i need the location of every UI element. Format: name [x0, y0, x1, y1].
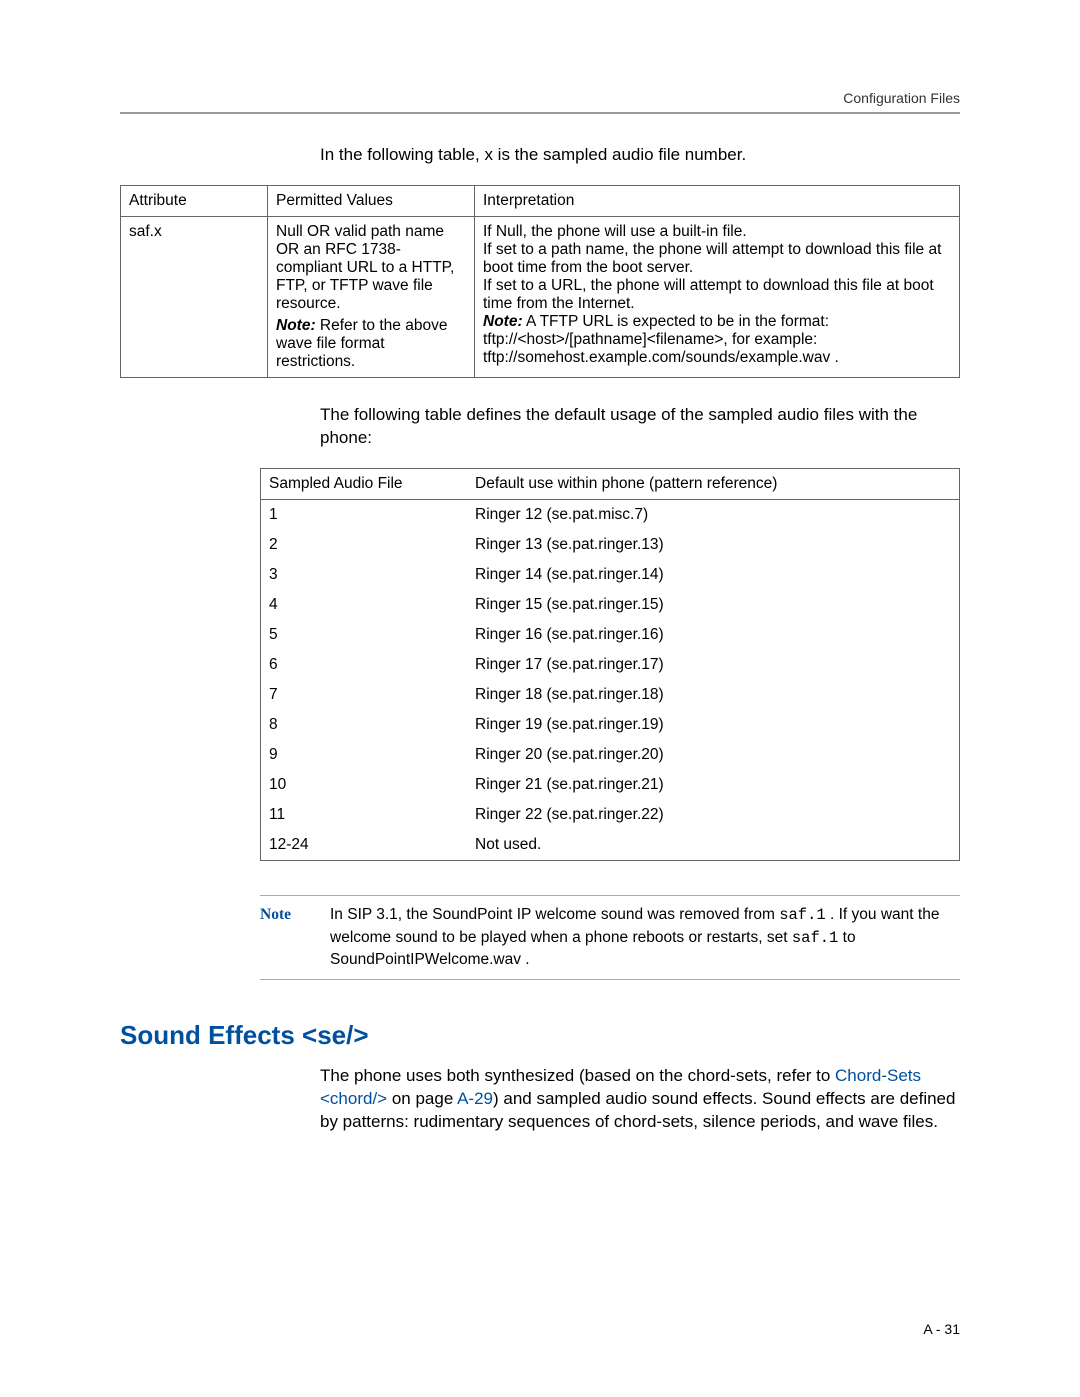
table-intro-text: In the following table, x is the sampled…	[320, 144, 960, 167]
note-label: Note	[260, 904, 330, 971]
note-block: Note In SIP 3.1, the SoundPoint IP welco…	[260, 895, 960, 980]
link-page-ref[interactable]: A-29	[457, 1089, 493, 1108]
table-row: 9Ringer 20 (se.pat.ringer.20)	[261, 740, 960, 770]
table-row: 1Ringer 12 (se.pat.misc.7)	[261, 499, 960, 530]
cell-saf-index: 11	[261, 800, 468, 830]
col-header-permitted: Permitted Values	[268, 185, 475, 216]
permitted-note: Note: Refer to the above wave file forma…	[276, 317, 466, 371]
header-rule	[120, 112, 960, 114]
cell-saf-index: 6	[261, 650, 468, 680]
cell-saf-index: 3	[261, 560, 468, 590]
section-paragraph: The phone uses both synthesized (based o…	[320, 1065, 960, 1134]
table-row: 11Ringer 22 (se.pat.ringer.22)	[261, 800, 960, 830]
running-head: Configuration Files	[120, 90, 960, 106]
table-row: 5Ringer 16 (se.pat.ringer.16)	[261, 620, 960, 650]
page-number: A - 31	[923, 1321, 960, 1337]
cell-default-use: Ringer 14 (se.pat.ringer.14)	[467, 560, 960, 590]
table-row: 10Ringer 21 (se.pat.ringer.21)	[261, 770, 960, 800]
cell-default-use: Ringer 21 (se.pat.ringer.21)	[467, 770, 960, 800]
cell-attribute: saf.x	[121, 216, 268, 377]
interp-line: If Null, the phone will use a built-in f…	[483, 223, 951, 241]
table-row: 2Ringer 13 (se.pat.ringer.13)	[261, 530, 960, 560]
cell-default-use: Ringer 15 (se.pat.ringer.15)	[467, 590, 960, 620]
code-literal: saf.1	[779, 906, 826, 924]
cell-default-use: Ringer 20 (se.pat.ringer.20)	[467, 740, 960, 770]
note-prefix: Note:	[483, 313, 523, 330]
cell-default-use: Ringer 16 (se.pat.ringer.16)	[467, 620, 960, 650]
cell-interpretation: If Null, the phone will use a built-in f…	[475, 216, 960, 377]
cell-default-use: Ringer 12 (se.pat.misc.7)	[467, 499, 960, 530]
cell-default-use: Ringer 19 (se.pat.ringer.19)	[467, 710, 960, 740]
note-body: In SIP 3.1, the SoundPoint IP welcome so…	[330, 904, 960, 971]
cell-default-use: Ringer 22 (se.pat.ringer.22)	[467, 800, 960, 830]
cell-saf-index: 7	[261, 680, 468, 710]
permitted-main: Null OR valid path name OR an RFC 1738-c…	[276, 223, 466, 313]
col-header-attribute: Attribute	[121, 185, 268, 216]
page: Configuration Files In the following tab…	[0, 0, 1080, 1397]
section-heading-sound-effects: Sound Effects <se/>	[120, 1020, 960, 1051]
note-text: In SIP 3.1, the SoundPoint IP welcome so…	[330, 906, 779, 923]
cell-saf-index: 5	[261, 620, 468, 650]
para-text: on page	[387, 1089, 457, 1108]
cell-default-use: Ringer 18 (se.pat.ringer.18)	[467, 680, 960, 710]
cell-saf-index: 10	[261, 770, 468, 800]
cell-saf-index: 9	[261, 740, 468, 770]
cell-saf-index: 4	[261, 590, 468, 620]
table-header-row: Sampled Audio File Default use within ph…	[261, 468, 960, 499]
table-row: saf.x Null OR valid path name OR an RFC …	[121, 216, 960, 377]
usage-intro-text: The following table defines the default …	[320, 404, 960, 450]
cell-permitted: Null OR valid path name OR an RFC 1738-c…	[268, 216, 475, 377]
cell-saf-index: 1	[261, 499, 468, 530]
table-row: 4Ringer 15 (se.pat.ringer.15)	[261, 590, 960, 620]
cell-saf-index: 8	[261, 710, 468, 740]
cell-default-use: Ringer 17 (se.pat.ringer.17)	[467, 650, 960, 680]
code-literal: saf.1	[792, 929, 839, 947]
para-text: The phone uses both synthesized (based o…	[320, 1066, 835, 1085]
cell-saf-index: 2	[261, 530, 468, 560]
col-header-interpretation: Interpretation	[475, 185, 960, 216]
cell-default-use: Ringer 13 (se.pat.ringer.13)	[467, 530, 960, 560]
table-row: 12-24Not used.	[261, 830, 960, 861]
table-header-row: Attribute Permitted Values Interpretatio…	[121, 185, 960, 216]
cell-default-use: Not used.	[467, 830, 960, 861]
saf-usage-table: Sampled Audio File Default use within ph…	[260, 468, 960, 861]
interp-note: Note: A TFTP URL is expected to be in th…	[483, 313, 951, 367]
col-header-saf: Sampled Audio File	[261, 468, 468, 499]
col-header-default-use: Default use within phone (pattern refere…	[467, 468, 960, 499]
attribute-table: Attribute Permitted Values Interpretatio…	[120, 185, 960, 378]
cell-saf-index: 12-24	[261, 830, 468, 861]
table-row: 7Ringer 18 (se.pat.ringer.18)	[261, 680, 960, 710]
note-prefix: Note:	[276, 317, 316, 334]
note-rest: A TFTP URL is expected to be in the form…	[483, 313, 839, 366]
table-row: 3Ringer 14 (se.pat.ringer.14)	[261, 560, 960, 590]
interp-line: If set to a path name, the phone will at…	[483, 241, 951, 277]
table-row: 6Ringer 17 (se.pat.ringer.17)	[261, 650, 960, 680]
interp-line: If set to a URL, the phone will attempt …	[483, 277, 951, 313]
table-row: 8Ringer 19 (se.pat.ringer.19)	[261, 710, 960, 740]
